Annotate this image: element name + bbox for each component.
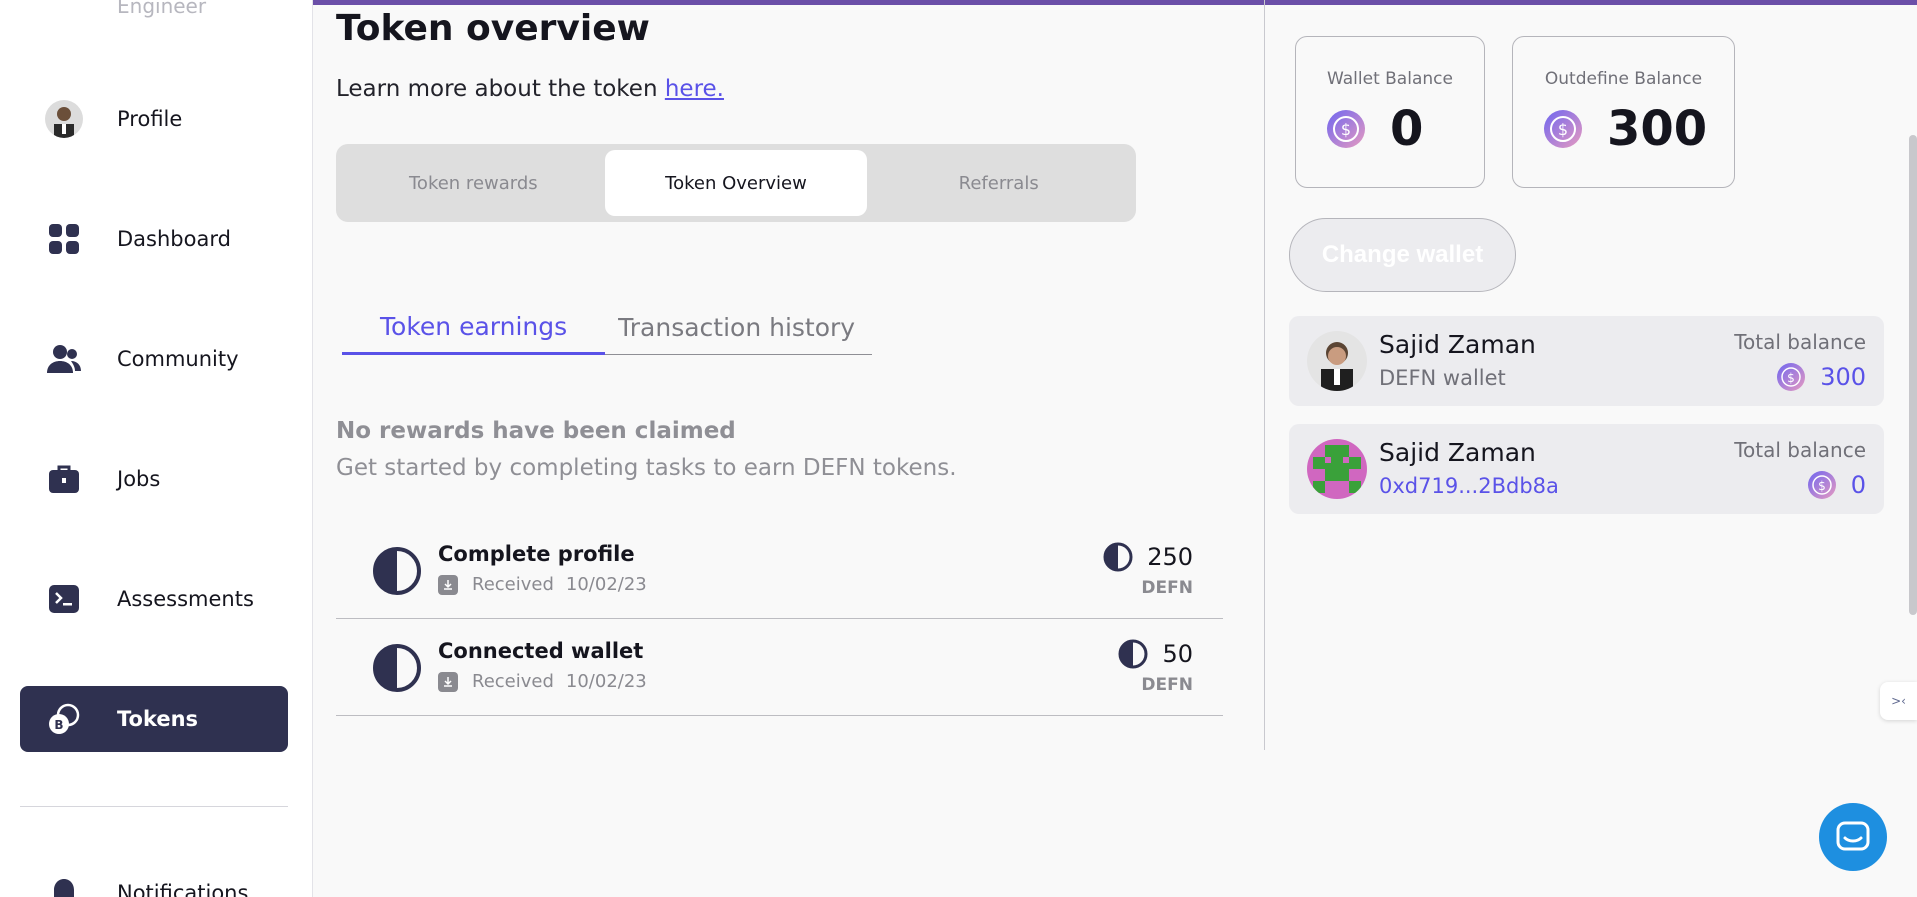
tokens-icon: B	[49, 703, 80, 734]
page-title: Token overview	[336, 8, 650, 49]
reward-date: 10/02/23	[565, 671, 647, 692]
learn-more-text: Learn more about the token here.	[336, 76, 724, 102]
outdefine-balance-value-row: $ 300	[1543, 101, 1707, 157]
learn-more-label: Learn more about the token	[336, 76, 658, 102]
empty-state-subtitle: Get started by completing tasks to earn …	[336, 455, 957, 481]
sidebar-user-role: Engineer	[117, 0, 207, 18]
reward-date: 10/02/23	[565, 574, 647, 595]
total-balance-value-row: $ 300	[1776, 362, 1866, 392]
svg-text:$: $	[1558, 120, 1568, 139]
avatar	[1307, 331, 1367, 391]
reward-amount-value: 250	[1147, 543, 1193, 571]
defn-token-icon	[1103, 542, 1133, 572]
sidebar-item-label: Dashboard	[117, 227, 231, 251]
wallet-balance-value: 0	[1390, 101, 1424, 157]
wallet-card-external[interactable]: Sajid Zaman 0xd719...2Bdb8a Total balanc…	[1289, 424, 1884, 514]
learn-more-link[interactable]: here.	[665, 76, 724, 102]
tab-token-earnings[interactable]: Token earnings	[342, 300, 606, 355]
reward-meta: Received 10/02/23	[438, 671, 647, 692]
tab-transaction-history[interactable]: Transaction history	[605, 300, 893, 355]
reward-amount: 250	[1103, 542, 1193, 572]
download-icon	[438, 671, 458, 692]
total-balance-label: Total balance	[1734, 330, 1866, 354]
total-balance-label: Total balance	[1734, 438, 1866, 462]
wallet-address: 0xd719...2Bdb8a	[1379, 474, 1559, 498]
total-balance-value-row: $ 0	[1807, 470, 1866, 500]
reward-meta: Received 10/02/23	[438, 574, 647, 595]
defn-token-icon	[373, 547, 421, 595]
tab-token-rewards[interactable]: Token rewards	[342, 150, 605, 216]
sidebar-item-assessments[interactable]: Assessments	[20, 566, 288, 632]
reward-name: Complete profile	[438, 542, 635, 566]
svg-text:$: $	[1341, 120, 1351, 139]
sidebar-item-jobs[interactable]: Jobs	[20, 446, 288, 512]
earnings-subtabs: Token earnings Transaction history	[342, 300, 872, 355]
reward-status: Received	[472, 671, 554, 692]
svg-text:$: $	[1818, 479, 1826, 493]
grid-icon	[49, 224, 79, 254]
tab-referrals[interactable]: Referrals	[867, 150, 1130, 216]
tab-token-overview[interactable]: Token Overview	[604, 150, 868, 216]
collapse-panel-icon[interactable]: >‹	[1880, 682, 1917, 720]
avatar	[45, 100, 83, 138]
reward-unit: DEFN	[1141, 578, 1193, 598]
reward-row: Connected wallet Received 10/02/23 50 DE…	[336, 619, 1223, 716]
download-icon	[438, 574, 458, 595]
sidebar-item-label: Notifications	[117, 881, 249, 897]
chat-icon	[1836, 821, 1870, 851]
sidebar-item-tokens[interactable]: B Tokens	[20, 686, 288, 752]
wallet-owner-name: Sajid Zaman	[1379, 438, 1536, 467]
sidebar-item-community[interactable]: Community	[20, 326, 288, 392]
reward-status: Received	[472, 574, 554, 595]
empty-state-title: No rewards have been claimed	[336, 418, 736, 444]
scrollbar-thumb[interactable]	[1909, 135, 1917, 615]
svg-text:B: B	[54, 718, 63, 732]
outdefine-balance-label: Outdefine Balance	[1544, 69, 1703, 89]
bell-icon	[54, 879, 74, 897]
sidebar-item-label: Tokens	[117, 707, 199, 731]
sidebar-item-profile[interactable]: Profile	[20, 86, 288, 152]
coin-icon: $	[1807, 471, 1836, 499]
wallet-balance-label: Wallet Balance	[1327, 69, 1453, 89]
sidebar-divider	[20, 806, 288, 807]
panel-divider	[1264, 0, 1265, 750]
svg-text:$: $	[1787, 371, 1795, 385]
reward-unit: DEFN	[1141, 675, 1193, 695]
coin-icon: $	[1777, 363, 1806, 391]
defn-token-icon	[373, 644, 421, 692]
wallet-card-defn[interactable]: Sajid Zaman DEFN wallet Total balance $ …	[1289, 316, 1884, 406]
sidebar-item-label: Jobs	[117, 467, 161, 491]
total-balance-value: 0	[1850, 471, 1866, 499]
identicon-avatar	[1307, 439, 1367, 499]
defn-token-icon	[1118, 639, 1148, 669]
reward-amount: 50	[1118, 639, 1193, 669]
wallet-balance-card: Wallet Balance $ 0	[1295, 36, 1485, 188]
outdefine-balance-value: 300	[1607, 101, 1708, 157]
reward-amount-value: 50	[1162, 640, 1193, 668]
wallet-owner-name: Sajid Zaman	[1379, 330, 1536, 359]
briefcase-icon	[49, 465, 79, 493]
sidebar-item-dashboard[interactable]: Dashboard	[20, 206, 288, 272]
chat-support-button[interactable]	[1819, 803, 1887, 871]
token-segmented-control: Token rewards Token Overview Referrals	[336, 144, 1136, 222]
total-balance-value: 300	[1820, 363, 1866, 391]
users-icon	[47, 345, 81, 373]
reward-row: Complete profile Received 10/02/23 250 D…	[336, 522, 1223, 619]
sidebar-item-label: Profile	[117, 107, 183, 131]
coin-icon: $	[1544, 110, 1582, 148]
outdefine-balance-card: Outdefine Balance $ 300	[1512, 36, 1735, 188]
wallet-type: DEFN wallet	[1379, 366, 1506, 390]
terminal-icon	[49, 585, 79, 613]
sidebar-item-notifications[interactable]: Notifications	[20, 860, 288, 897]
change-wallet-button[interactable]: Change wallet	[1289, 218, 1516, 292]
coin-icon: $	[1327, 110, 1365, 148]
reward-name: Connected wallet	[438, 639, 644, 663]
wallet-balance-value-row: $ 0	[1326, 101, 1423, 157]
sidebar-item-label: Community	[117, 347, 239, 371]
sidebar-item-label: Assessments	[117, 587, 254, 611]
sidebar: Engineer Profile Dashboard Community Job…	[0, 0, 313, 897]
